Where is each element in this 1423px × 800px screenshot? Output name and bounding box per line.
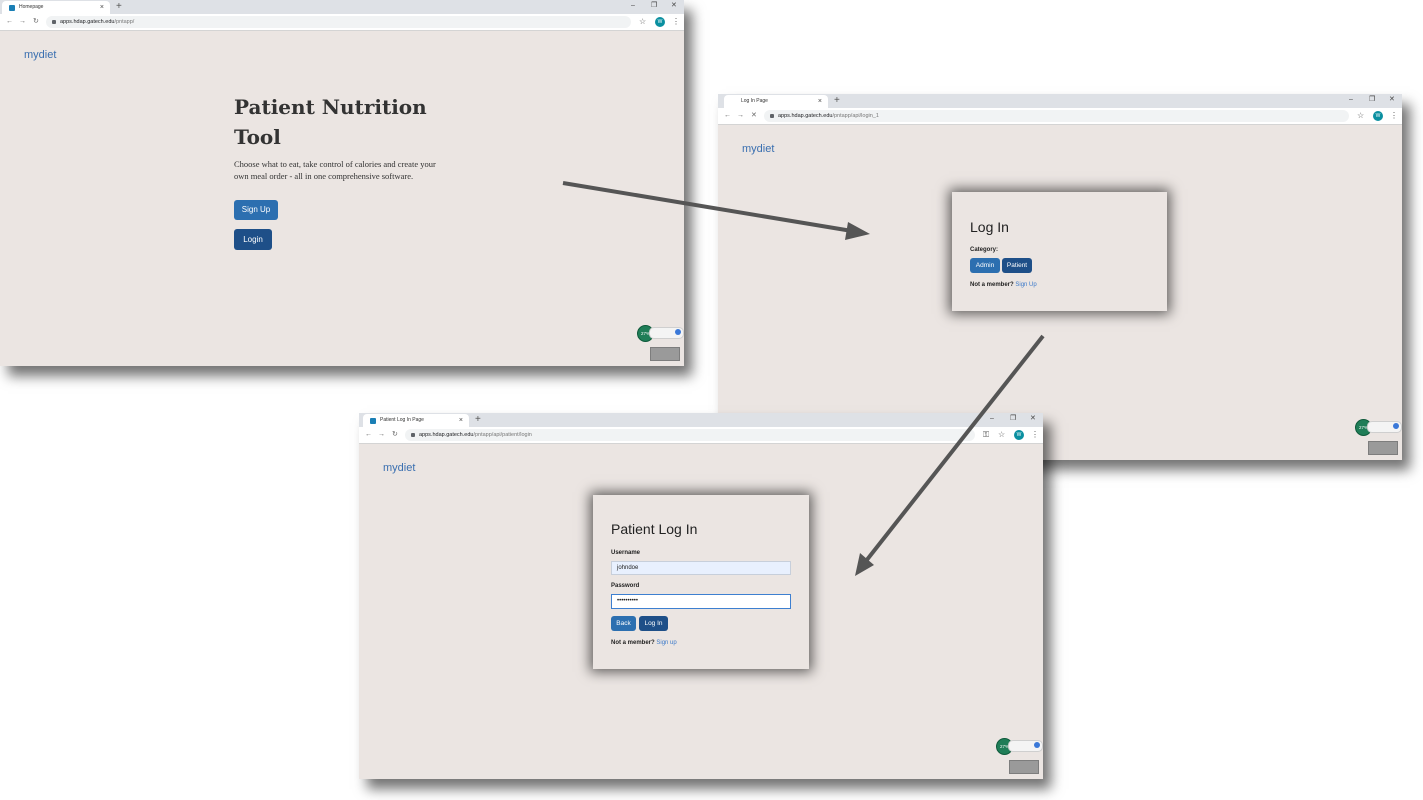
arrow-homepage-to-login — [562, 181, 870, 240]
flow-arrows — [562, 181, 1045, 576]
arrow-login-to-patient-login — [855, 334, 1045, 576]
